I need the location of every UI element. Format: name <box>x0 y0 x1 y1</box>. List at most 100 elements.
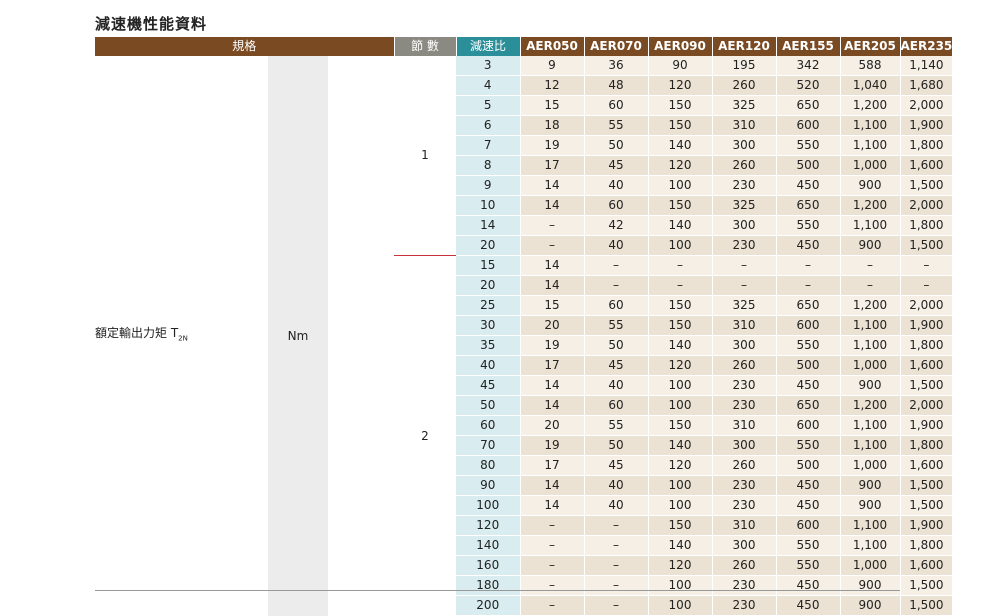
torque-value-cell: 1,800 <box>900 215 954 237</box>
torque-value-cell: 19 <box>520 335 585 357</box>
torque-value-cell: 36 <box>584 56 649 77</box>
torque-value-cell: 550 <box>776 335 841 357</box>
torque-value-cell: 230 <box>712 475 777 497</box>
torque-value-cell: 1,200 <box>840 195 901 217</box>
ratio-cell: 20 <box>456 235 521 257</box>
torque-value-cell: 1,140 <box>900 56 954 77</box>
torque-value-cell: 1,500 <box>900 595 954 616</box>
torque-label-subscript: 2N <box>178 334 188 343</box>
torque-value-cell: 100 <box>648 475 713 497</box>
torque-value-cell: – <box>520 595 585 616</box>
torque-value-cell: 450 <box>776 495 841 517</box>
torque-value-cell: 900 <box>840 595 901 616</box>
ratio-cell: 140 <box>456 535 521 557</box>
torque-value-cell: 325 <box>712 295 777 317</box>
torque-value-cell: 450 <box>776 235 841 257</box>
ratio-cell: 70 <box>456 435 521 457</box>
torque-value-cell: 1,800 <box>900 535 954 557</box>
torque-value-cell: 600 <box>776 115 841 137</box>
header-stage: 節 數 <box>394 37 457 57</box>
torque-value-cell: – <box>520 515 585 537</box>
ratio-cell: 60 <box>456 415 521 437</box>
torque-value-cell: 60 <box>584 395 649 417</box>
torque-value-cell: 1,000 <box>840 355 901 377</box>
ratio-cell: 7 <box>456 135 521 157</box>
unit-cell: Nm <box>268 56 328 616</box>
torque-value-cell: 14 <box>520 175 585 197</box>
torque-value-cell: 1,500 <box>900 375 954 397</box>
torque-value-cell: 1,100 <box>840 415 901 437</box>
torque-value-cell: 2,000 <box>900 395 954 417</box>
page-title: 減速機性能資料 <box>95 15 208 33</box>
torque-value-cell: 150 <box>648 95 713 117</box>
torque-value-cell: 230 <box>712 175 777 197</box>
torque-value-cell: 300 <box>712 535 777 557</box>
stage-cell: 1 <box>394 56 456 256</box>
torque-value-cell: 1,000 <box>840 455 901 477</box>
torque-value-cell: 500 <box>776 155 841 177</box>
torque-value-cell: 19 <box>520 435 585 457</box>
torque-value-cell: 100 <box>648 175 713 197</box>
torque-value-cell: – <box>584 595 649 616</box>
torque-value-cell: 600 <box>776 515 841 537</box>
torque-value-cell: 17 <box>520 355 585 377</box>
torque-value-cell: 55 <box>584 415 649 437</box>
torque-value-cell: 300 <box>712 435 777 457</box>
torque-value-cell: 40 <box>584 175 649 197</box>
torque-value-cell: 48 <box>584 75 649 97</box>
torque-value-cell: 1,100 <box>840 335 901 357</box>
torque-value-cell: 450 <box>776 375 841 397</box>
torque-value-cell: 1,000 <box>840 555 901 577</box>
torque-value-cell: 230 <box>712 395 777 417</box>
ratio-cell: 3 <box>456 56 521 77</box>
torque-value-cell: 150 <box>648 315 713 337</box>
torque-value-cell: 1,900 <box>900 415 954 437</box>
torque-value-cell: 900 <box>840 575 901 597</box>
torque-value-cell: 650 <box>776 195 841 217</box>
torque-value-cell: 15 <box>520 95 585 117</box>
torque-value-cell: 1,600 <box>900 355 954 377</box>
stage-cell: 2 <box>394 255 456 616</box>
torque-value-cell: 1,900 <box>900 115 954 137</box>
torque-value-cell: 650 <box>776 295 841 317</box>
torque-value-cell: – <box>840 255 901 277</box>
ratio-cell: 160 <box>456 555 521 577</box>
ratio-cell: 4 <box>456 75 521 97</box>
torque-value-cell: 140 <box>648 335 713 357</box>
torque-value-cell: 45 <box>584 155 649 177</box>
ratio-cell: 25 <box>456 295 521 317</box>
torque-value-cell: 300 <box>712 215 777 237</box>
header-ratio: 減速比 <box>456 37 521 57</box>
torque-value-cell: 325 <box>712 95 777 117</box>
torque-value-cell: 450 <box>776 175 841 197</box>
torque-value-cell: – <box>584 535 649 557</box>
torque-value-cell: 500 <box>776 455 841 477</box>
ratio-cell: 100 <box>456 495 521 517</box>
header-model: AER155 <box>776 37 841 57</box>
torque-value-cell: 1,800 <box>900 435 954 457</box>
header-row: 規格 節 數 減速比 AER050 AER070 AER090 AER120 A… <box>95 37 954 57</box>
torque-value-cell: 14 <box>520 255 585 277</box>
torque-value-cell: 20 <box>520 315 585 337</box>
torque-value-cell: 310 <box>712 315 777 337</box>
torque-value-cell: – <box>584 555 649 577</box>
torque-value-cell: 120 <box>648 355 713 377</box>
ratio-cell: 15 <box>456 255 521 277</box>
torque-value-cell: 100 <box>648 235 713 257</box>
torque-value-cell: – <box>840 275 901 297</box>
performance-table: 規格 節 數 減速比 AER050 AER070 AER090 AER120 A… <box>95 37 954 616</box>
torque-value-cell: 140 <box>648 215 713 237</box>
torque-value-cell: 550 <box>776 435 841 457</box>
torque-value-cell: 60 <box>584 195 649 217</box>
torque-value-cell: 150 <box>648 515 713 537</box>
ratio-cell: 14 <box>456 215 521 237</box>
torque-value-cell: 1,500 <box>900 495 954 517</box>
torque-value-cell: 140 <box>648 435 713 457</box>
torque-value-cell: 550 <box>776 555 841 577</box>
torque-value-cell: 310 <box>712 115 777 137</box>
torque-value-cell: 1,100 <box>840 135 901 157</box>
torque-value-cell: 550 <box>776 135 841 157</box>
torque-value-cell: 1,200 <box>840 295 901 317</box>
torque-value-cell: 50 <box>584 135 649 157</box>
torque-value-cell: 195 <box>712 56 777 77</box>
